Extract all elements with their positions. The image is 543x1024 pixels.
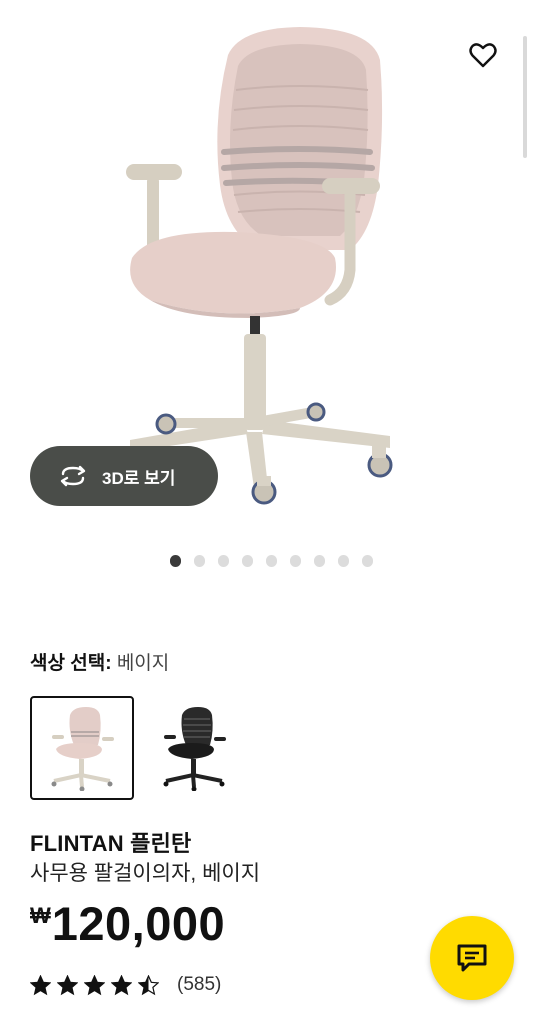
star-icon [138,974,159,995]
view-3d-label: 3D로 보기 [102,468,176,488]
carousel-dot[interactable] [241,555,254,567]
chat-button[interactable] [430,916,514,1000]
carousel-dots [0,555,543,567]
color-value: 베이지 [116,653,170,674]
color-swatch-black[interactable] [142,696,246,800]
rating-stars [30,974,159,996]
review-count: (585) [177,974,222,995]
price-currency: ₩ [30,903,51,928]
heart-outline-icon [469,43,497,68]
product-description: 사무용 팔걸이의자, 베이지 [30,862,261,885]
carousel-dot[interactable] [313,555,326,567]
carousel-dot[interactable] [337,555,350,567]
carousel-dot[interactable] [169,555,182,567]
star-icon [111,974,132,995]
product-price: ₩ 120,000 [30,896,225,952]
rotate-3d-icon [56,465,90,487]
product-rating[interactable]: (585) [30,974,221,996]
star-icon [30,974,51,995]
product-name: FLINTAN 플린탄 [30,831,192,856]
color-swatch-beige[interactable] [30,696,134,800]
carousel-dot[interactable] [265,555,278,567]
carousel-dot[interactable] [361,555,374,567]
carousel-dot[interactable] [289,555,302,567]
chat-bubble-icon [457,944,487,972]
view-3d-button[interactable]: 3D로 보기 [30,446,218,506]
color-label: 색상 선택: [30,653,112,674]
carousel-dot[interactable] [217,555,230,567]
color-selection-label: 색상 선택: 베이지 [30,648,169,675]
product-image [126,27,393,505]
product-image-gallery[interactable]: 3D로 보기 [0,0,543,530]
swatch-image-black [163,707,226,791]
gallery-scrollbar[interactable] [523,36,527,158]
star-icon [57,974,78,995]
star-icon [84,974,105,995]
favorite-button[interactable] [462,34,504,76]
price-amount: 120,000 [51,897,226,950]
swatch-image-beige [51,707,114,791]
carousel-dot[interactable] [193,555,206,567]
